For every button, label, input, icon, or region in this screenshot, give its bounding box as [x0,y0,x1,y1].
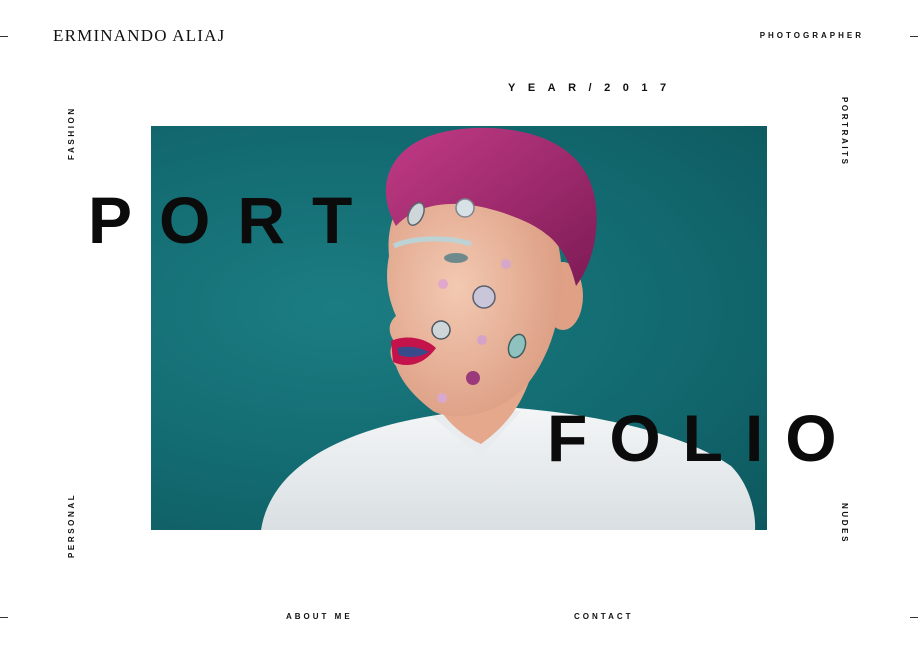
corner-tick-top-left [0,36,8,37]
nav-contact[interactable]: CONTACT [574,612,634,621]
role-label: PHOTOGRAPHER [759,31,864,40]
corner-tick-bottom-right [910,617,918,618]
nav-about-me[interactable]: ABOUT ME [286,612,353,621]
nav-fashion[interactable]: FASHION [67,106,76,160]
brand-logo[interactable]: ERMINANDO ALIAJ [53,26,225,46]
nav-portraits[interactable]: PORTRAITS [840,97,849,167]
corner-tick-bottom-left [0,617,8,618]
hero-word-folio: FOLIO [547,401,859,475]
nav-personal[interactable]: PERSONAL [67,493,76,558]
corner-tick-top-right [910,36,918,37]
year-label: YEAR/2017 [508,82,679,94]
nav-nudes[interactable]: NUDES [840,503,849,544]
hero-word-port: PORT [88,183,380,257]
